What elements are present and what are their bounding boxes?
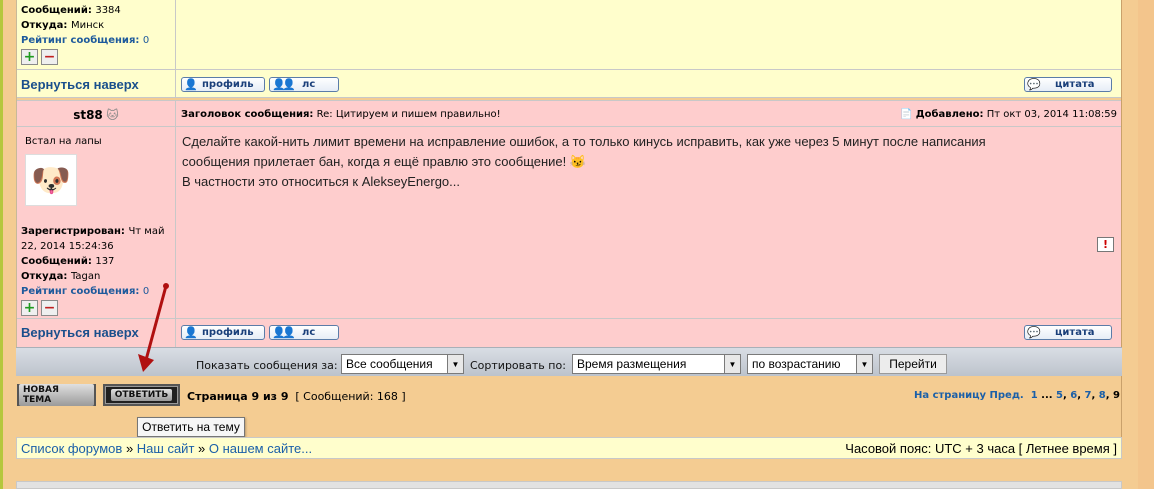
sort-by-select[interactable]: Время размещения ▼ bbox=[572, 354, 741, 374]
pagination-ellipsis: ... bbox=[1041, 390, 1053, 401]
chevron-down-icon: ▼ bbox=[447, 355, 463, 373]
page-link-1[interactable]: 1 bbox=[1031, 390, 1038, 401]
messages-label: Сообщений: bbox=[21, 5, 92, 16]
bottom-panel bbox=[16, 481, 1122, 489]
subject-label: Заголовок сообщения: bbox=[181, 109, 314, 120]
post-text-line-1: Сделайте какой-нить лимит времени на исп… bbox=[182, 134, 986, 149]
go-button[interactable]: Перейти bbox=[879, 354, 947, 374]
page-info: Страница 9 из 9 [ Сообщений: 168 ] bbox=[187, 390, 406, 403]
from-value: Минск bbox=[70, 20, 105, 31]
post-icon: 📄 bbox=[900, 109, 913, 120]
added-value: Пт окт 03, 2014 11:08:59 bbox=[986, 109, 1117, 120]
message-count: [ Сообщений: 168 ] bbox=[295, 390, 406, 403]
speech-bubble-icon: 💬 bbox=[1027, 326, 1041, 339]
goto-page-label: На страницу bbox=[913, 390, 987, 401]
prev-post-body bbox=[177, 0, 1121, 69]
reply-tooltip: Ответить на тему bbox=[137, 417, 245, 437]
from-value: Tagan bbox=[70, 271, 101, 282]
display-options-bar: Показать сообщения за: Все сообщения ▼ С… bbox=[16, 347, 1122, 376]
post-content: Сделайте какой-нить лимит времени на исп… bbox=[182, 127, 1111, 318]
from-label: Откуда: bbox=[21, 20, 68, 31]
new-topic-button[interactable]: НОВАЯ ТЕМА bbox=[17, 384, 96, 406]
timezone-info: Часовой пояс: UTC + 3 часа [ Летнее врем… bbox=[845, 441, 1117, 456]
added-label: Добавлено: bbox=[915, 109, 984, 120]
posts-table: Сообщений: 3384 Откуда: Минск Рейтинг со… bbox=[16, 0, 1122, 347]
chevron-down-icon: ▼ bbox=[856, 355, 872, 373]
chevron-down-icon: ▼ bbox=[724, 355, 740, 373]
back-to-top-link[interactable]: Вернуться наверх bbox=[21, 77, 139, 92]
pm-button[interactable]: 👤 👤 лс bbox=[269, 325, 339, 340]
rating-plus-button[interactable]: + bbox=[21, 300, 38, 316]
user-icon: 👤 bbox=[184, 78, 198, 91]
rating-minus-button[interactable]: − bbox=[41, 300, 58, 316]
post-author-name[interactable]: st88 bbox=[73, 108, 103, 122]
prev-post-actions-row: Вернуться наверх 👤 профиль 👤 👤 лс 💬 цитат… bbox=[17, 70, 1121, 98]
prev-post-author-info: Сообщений: 3384 Откуда: Минск Рейтинг со… bbox=[17, 0, 176, 69]
breadcrumb-our-site[interactable]: Наш сайт bbox=[137, 441, 195, 456]
subject-value: Re: Цитируем и пишем правильно! bbox=[316, 109, 501, 120]
back-to-top-link[interactable]: Вернуться наверх bbox=[21, 325, 139, 340]
annotation-arrow bbox=[138, 283, 169, 372]
rating-value: 0 bbox=[142, 35, 150, 46]
messages-value: 3384 bbox=[95, 5, 121, 16]
sort-by-label: Сортировать по: bbox=[470, 359, 566, 372]
page-link-5[interactable]: 5 bbox=[1056, 390, 1063, 401]
from-label: Откуда: bbox=[21, 271, 68, 282]
page-link-6[interactable]: 6 bbox=[1070, 390, 1077, 401]
page-link-8[interactable]: 8 bbox=[1099, 390, 1106, 401]
author-rank: Встал на лапы bbox=[25, 136, 102, 147]
rating-minus-button[interactable]: − bbox=[41, 49, 58, 65]
rating-label: Рейтинг сообщения: bbox=[21, 35, 140, 46]
quote-button[interactable]: 💬 цитата bbox=[1024, 77, 1112, 92]
breadcrumb-about-site[interactable]: О нашем сайте... bbox=[209, 441, 312, 456]
rating-label: Рейтинг сообщения: bbox=[21, 286, 140, 297]
left-border-stripe bbox=[0, 0, 3, 489]
report-icon[interactable]: ! bbox=[1097, 237, 1114, 252]
pm-button[interactable]: 👤 👤 лс bbox=[269, 77, 339, 92]
speech-bubble-icon: 💬 bbox=[1027, 78, 1041, 91]
prev-post-row: Сообщений: 3384 Откуда: Минск Рейтинг со… bbox=[17, 0, 1121, 70]
messages-value: 137 bbox=[95, 256, 115, 267]
pagination-links: На страницу Пред. 1 ... 5, 6, 7, 8, 9 bbox=[913, 390, 1120, 401]
post-body-row: Встал на лапы 🐶 Зарегистрирован: Чт май … bbox=[17, 127, 1121, 319]
rating-plus-button[interactable]: + bbox=[21, 49, 38, 65]
post-header-row: st88 🐱 Заголовок сообщения: Re: Цитируем… bbox=[17, 100, 1121, 127]
page-link-7[interactable]: 7 bbox=[1085, 390, 1092, 401]
post-text-line-3: В частности это относиться к AlekseyEner… bbox=[182, 174, 460, 189]
registered-label: Зарегистрирован: bbox=[21, 226, 125, 237]
avatar: 🐶 bbox=[25, 154, 77, 206]
profile-button[interactable]: 👤 профиль bbox=[181, 77, 265, 92]
show-messages-select[interactable]: Все сообщения ▼ bbox=[341, 354, 464, 374]
user-icon: 👤 bbox=[184, 326, 198, 339]
cat-smiley-icon: 😼 bbox=[569, 154, 587, 169]
current-page: 9 bbox=[1113, 390, 1120, 401]
sort-order-select[interactable]: по возрастанию ▼ bbox=[747, 354, 873, 374]
reply-button[interactable]: ОТВЕТИТЬ bbox=[103, 384, 180, 406]
messages-label: Сообщений: bbox=[21, 256, 92, 267]
prev-page-link[interactable]: Пред. bbox=[990, 390, 1024, 401]
breadcrumb: Список форумов » Наш сайт » О нашем сайт… bbox=[16, 437, 1122, 459]
profile-button[interactable]: 👤 профиль bbox=[181, 325, 265, 340]
post-text-line-2: сообщения прилетает бан, когда я ещё пра… bbox=[182, 154, 567, 169]
breadcrumb-forum-list[interactable]: Список форумов bbox=[21, 441, 122, 456]
right-border-stripe bbox=[1138, 0, 1154, 489]
post-actions-row: Вернуться наверх 👤 профиль 👤 👤 лс 💬 цитат… bbox=[17, 319, 1121, 347]
cat-offline-icon: 🐱 bbox=[106, 108, 119, 122]
quote-button[interactable]: 💬 цитата bbox=[1024, 325, 1112, 340]
show-messages-label: Показать сообщения за: bbox=[196, 359, 338, 372]
